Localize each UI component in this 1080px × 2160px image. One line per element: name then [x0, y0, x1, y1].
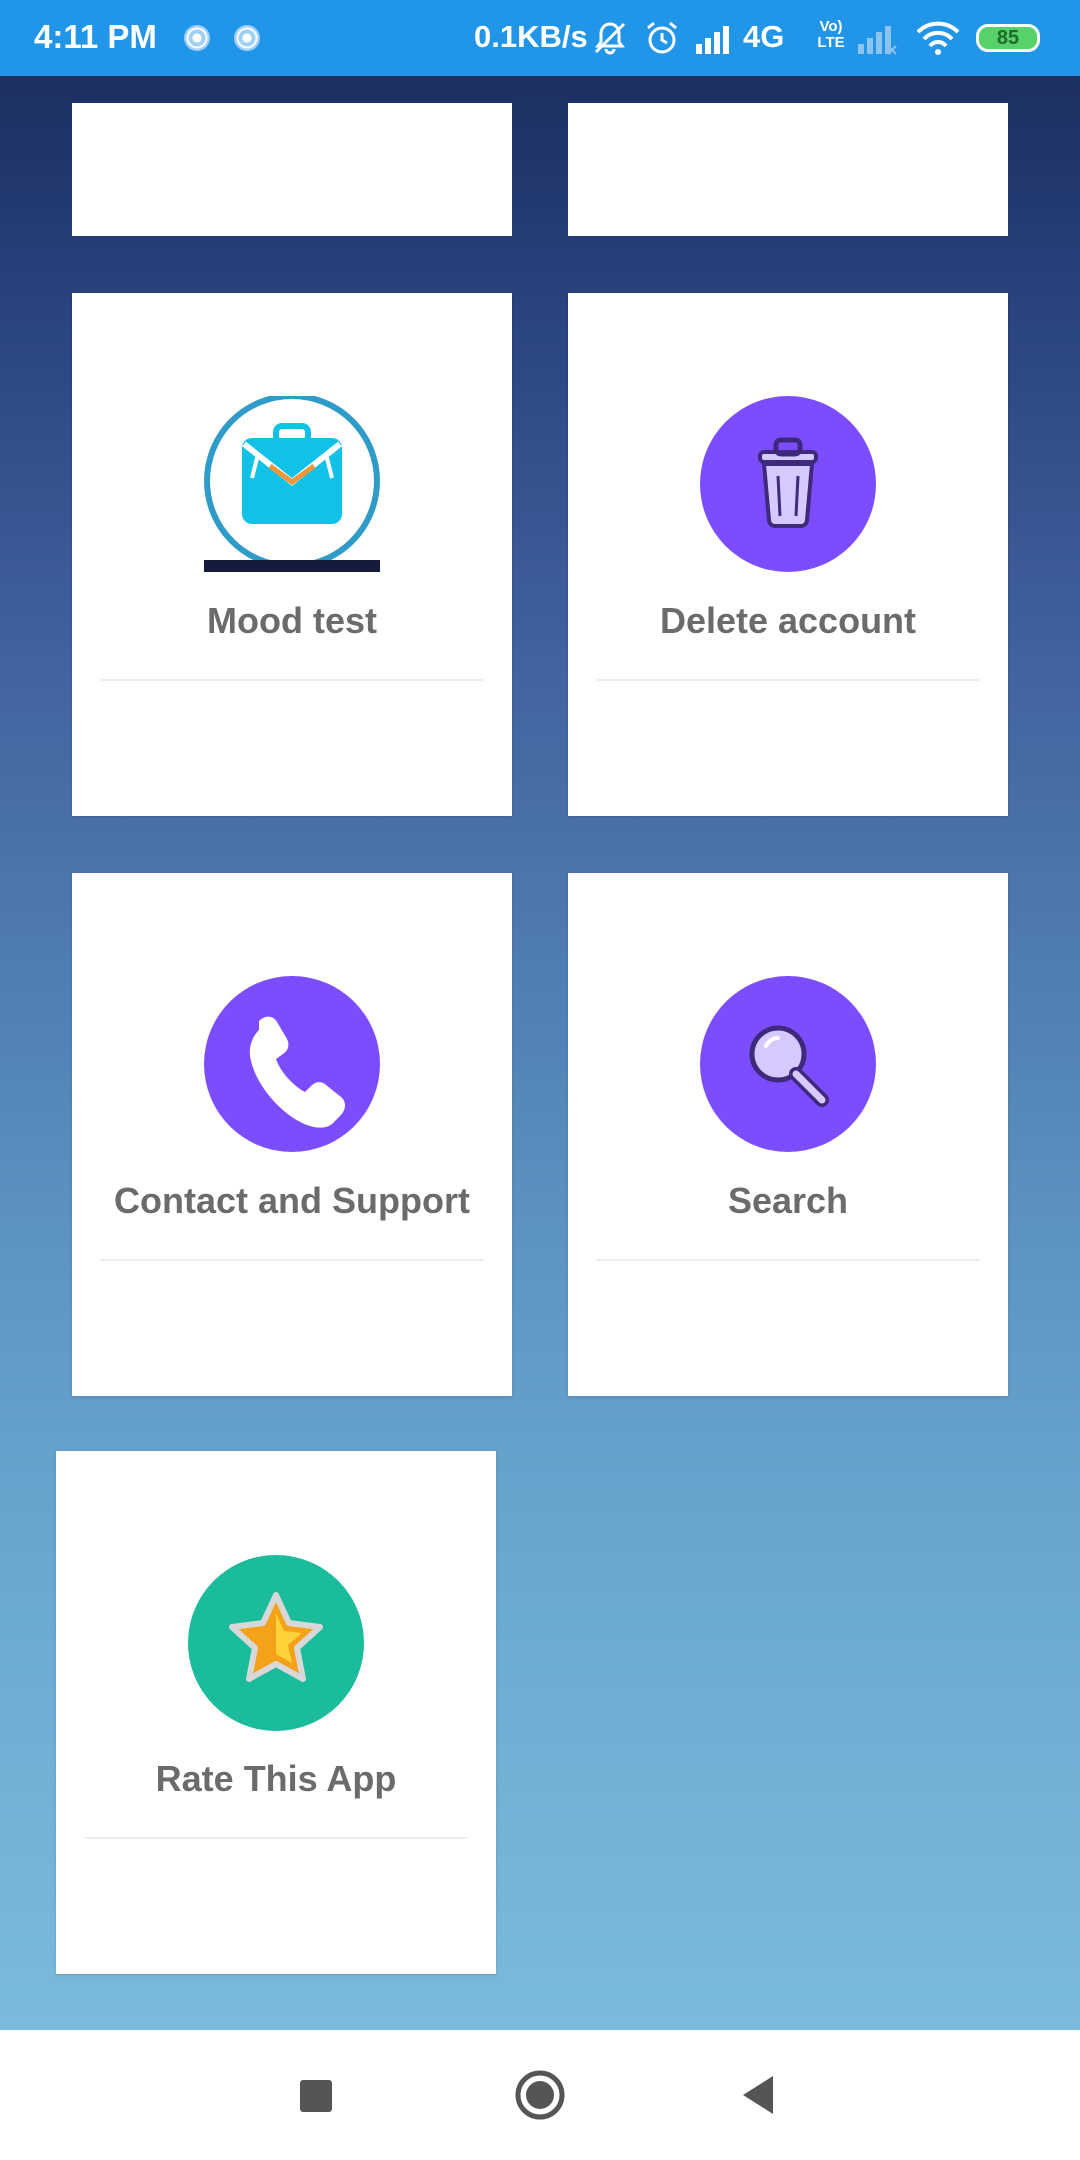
signal-icon: [858, 26, 897, 55]
status-bar: 4:11 PM 0.1KB/s 4G Vo) LTE 85: [0, 0, 1080, 76]
menu-item-label: Search: [727, 1180, 849, 1221]
trash-icon: [700, 396, 876, 572]
navigation-bar: [0, 2030, 1080, 2160]
divider: [100, 679, 484, 681]
home-circle-icon[interactable]: [505, 2060, 575, 2130]
battery-icon: 85: [976, 24, 1040, 52]
search-icon: [700, 976, 876, 1152]
menu-card-contact-support[interactable]: Contact and Support: [72, 873, 512, 1396]
network-type: 4G: [743, 19, 785, 54]
mood-mailbag-icon: [204, 396, 380, 572]
divider: [596, 1259, 980, 1261]
menu-card-partial[interactable]: [568, 103, 1008, 236]
menu-card-mood-test[interactable]: Mood test: [72, 293, 512, 816]
status-time: 4:11 PM: [34, 18, 157, 55]
volte-badge: Vo) LTE: [817, 18, 845, 51]
recents-square-icon[interactable]: [280, 2060, 350, 2130]
menu-card-delete-account[interactable]: Delete account: [568, 293, 1008, 816]
menu-item-label: Mood test: [207, 600, 377, 641]
wifi-icon: [916, 21, 960, 55]
back-triangle-icon[interactable]: [725, 2060, 795, 2130]
phone-icon: [204, 976, 380, 1152]
menu-card-partial[interactable]: [72, 103, 512, 236]
menu-item-label: Delete account: [659, 600, 917, 641]
star-icon: [188, 1555, 364, 1731]
menu-item-label: Contact and Support: [114, 1180, 470, 1221]
menu-card-rate-app[interactable]: Rate This App: [56, 1451, 496, 1974]
divider: [596, 679, 980, 681]
sync-icon: [184, 25, 210, 51]
divider: [84, 1837, 468, 1839]
mute-icon: [594, 22, 626, 55]
sync-icon: [234, 25, 260, 51]
alarm-icon: [647, 21, 677, 54]
menu-card-search[interactable]: Search: [568, 873, 1008, 1396]
menu-grid: Mood test Delete account Contact and Sup…: [0, 76, 1080, 2030]
net-speed: 0.1KB/s: [474, 19, 588, 54]
signal-icon: [696, 26, 729, 54]
divider: [100, 1259, 484, 1261]
menu-item-label: Rate This App: [155, 1758, 397, 1799]
